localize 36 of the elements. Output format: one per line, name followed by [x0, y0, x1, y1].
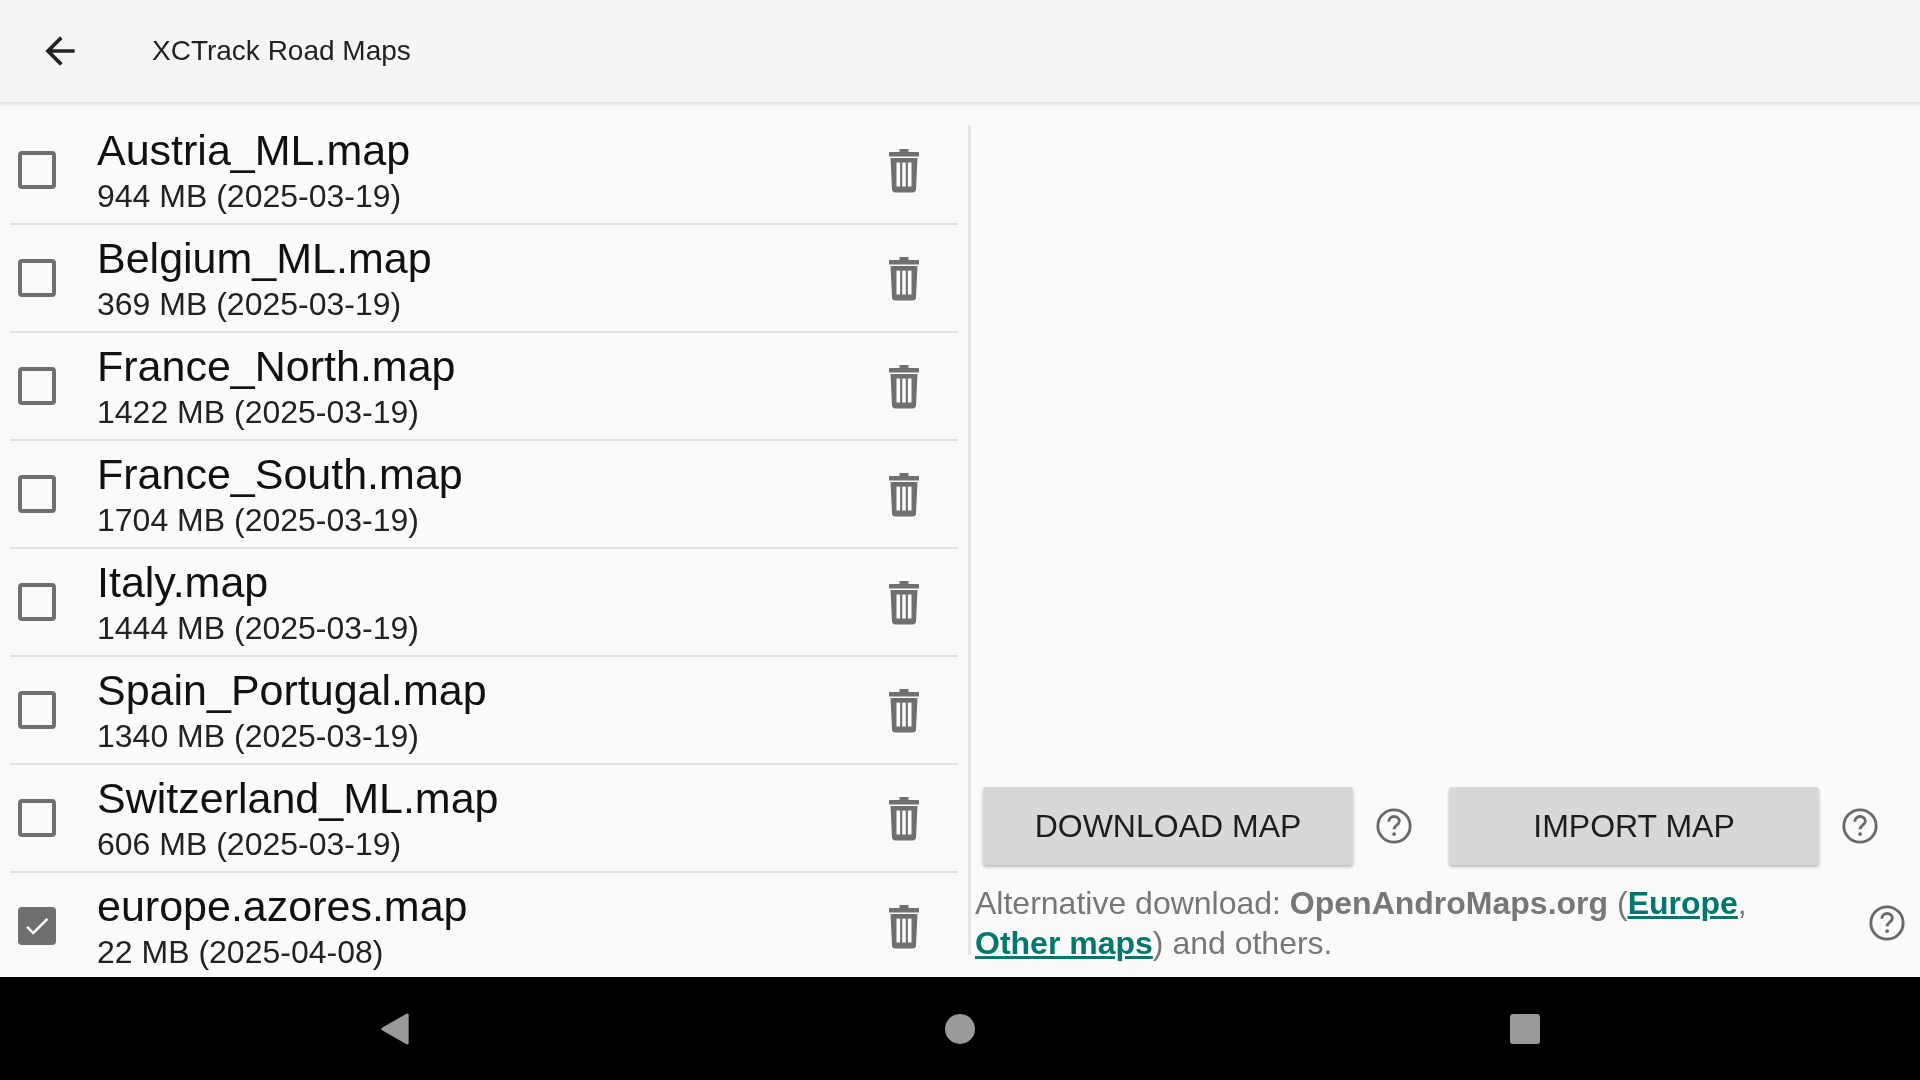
checkbox[interactable]: [18, 907, 56, 945]
checkbox[interactable]: [18, 259, 56, 297]
map-action-button[interactable]: DOWNLOAD MAP: [983, 787, 1353, 865]
map-link[interactable]: Other maps: [975, 925, 1153, 961]
map-size-date: 1422 MB (2025-03-19): [97, 393, 420, 432]
map-name: Italy.map: [97, 557, 270, 608]
map-action-button[interactable]: IMPORT MAP: [1449, 787, 1819, 865]
map-name: Austria_ML.map: [97, 125, 412, 176]
checkbox[interactable]: [18, 691, 56, 729]
checkbox[interactable]: [18, 367, 56, 405]
map-name: France_North.map: [97, 341, 457, 392]
home-circle-icon[interactable]: [945, 1012, 975, 1045]
help-icon[interactable]: [1375, 807, 1413, 845]
map-name: europe.azores.map: [97, 881, 469, 932]
map-size-date: 1340 MB (2025-03-19): [97, 717, 420, 756]
help-icon[interactable]: [1841, 807, 1879, 845]
help-icon[interactable]: [1868, 904, 1906, 942]
map-name: Belgium_ML.map: [97, 233, 433, 284]
alternative-download-text: Alternative download: OpenAndroMaps.org (Europe, Other maps) and others.: [975, 884, 1748, 963]
map-name: Switzerland_ML.map: [97, 773, 500, 824]
back-triangle-icon[interactable]: [380, 1012, 410, 1045]
checkbox[interactable]: [18, 799, 56, 837]
map-size-date: 606 MB (2025-03-19): [97, 825, 403, 864]
map-name: Spain_Portugal.map: [97, 665, 488, 716]
checkbox[interactable]: [18, 151, 56, 189]
map-size-date: 369 MB (2025-03-19): [97, 285, 403, 324]
checkbox[interactable]: [18, 583, 56, 621]
map-size-date: 1704 MB (2025-03-19): [97, 501, 420, 540]
recents-square-icon[interactable]: [1510, 1012, 1540, 1045]
screen-title: XCTrack Road Maps: [152, 35, 411, 67]
map-name: France_South.map: [97, 449, 464, 500]
map-size-date: 944 MB (2025-03-19): [97, 177, 403, 216]
map-size-date: 1444 MB (2025-03-19): [97, 609, 420, 648]
map-link[interactable]: Europe: [1627, 885, 1738, 921]
checkbox[interactable]: [18, 475, 56, 513]
map-size-date: 22 MB (2025-04-08): [97, 933, 385, 972]
